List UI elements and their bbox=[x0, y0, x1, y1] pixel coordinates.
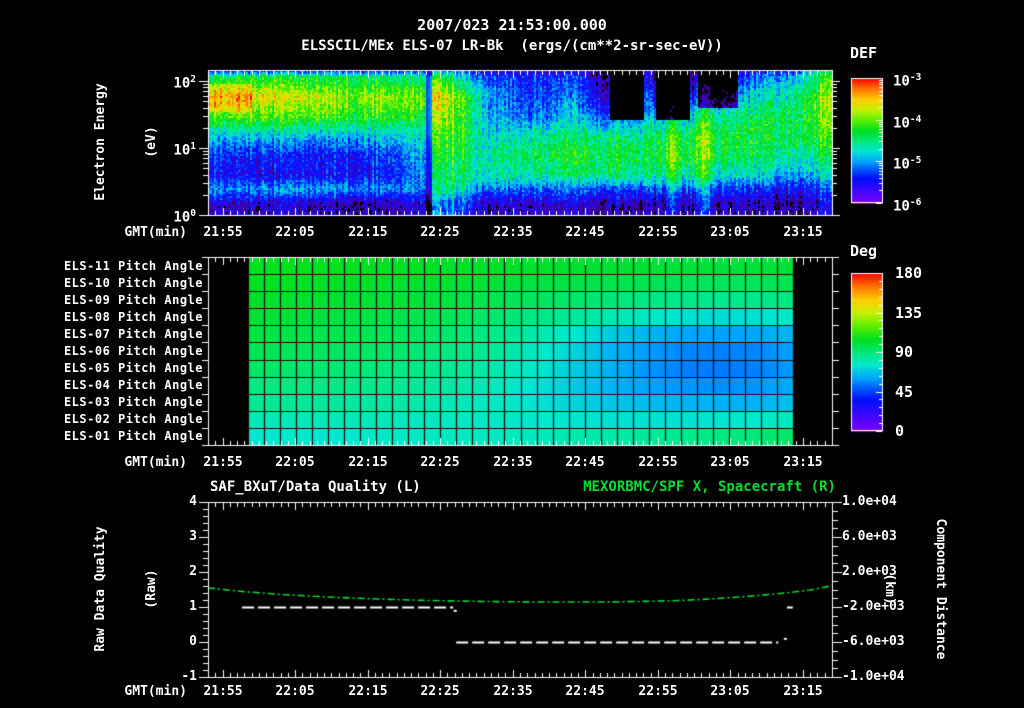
deg-tick-label: 90 bbox=[895, 343, 914, 361]
gmt-axis-label: GMT(min) bbox=[124, 225, 187, 240]
def-tick-label: 10-4 bbox=[893, 114, 922, 132]
pitch-row-label: ELS-06 Pitch Angle bbox=[63, 344, 203, 358]
time-tick-label: 23:05 bbox=[710, 455, 750, 470]
time-tick-label: 22:25 bbox=[420, 225, 460, 240]
pitch-row-label: ELS-10 Pitch Angle bbox=[63, 276, 203, 290]
quality-tick-label: -1 bbox=[181, 669, 197, 684]
deg-tick-label: 135 bbox=[895, 304, 923, 322]
time-tick-label: 22:05 bbox=[275, 684, 315, 699]
time-tick-label: 22:35 bbox=[493, 455, 533, 470]
quality-title-left: SAF_BXuT/Data Quality (L) bbox=[210, 479, 421, 495]
quality-tick-label: 4 bbox=[189, 494, 197, 509]
pitch-row-label: ELS-03 Pitch Angle bbox=[63, 395, 203, 409]
time-tick-label: 22:45 bbox=[565, 225, 605, 240]
gmt-axis-label: GMT(min) bbox=[124, 455, 187, 470]
time-tick-label: 22:15 bbox=[348, 455, 388, 470]
page-title: 2007/023 21:53:00.000 bbox=[417, 16, 607, 34]
time-tick-label: 21:55 bbox=[203, 225, 243, 240]
time-tick-label: 22:45 bbox=[565, 684, 605, 699]
quality-y-axis-left-line1: Raw Data Quality bbox=[93, 526, 108, 652]
quality-tick-label: 3 bbox=[189, 529, 197, 544]
pitch-row-label: ELS-05 Pitch Angle bbox=[63, 361, 203, 375]
time-tick-label: 22:55 bbox=[638, 684, 678, 699]
time-tick-label: 23:15 bbox=[783, 225, 823, 240]
gmt-axis-label: GMT(min) bbox=[124, 684, 187, 699]
pitch-row-label: ELS-07 Pitch Angle bbox=[63, 327, 203, 341]
time-tick-label: 23:15 bbox=[783, 684, 823, 699]
def-tick-label: 10-5 bbox=[893, 155, 922, 173]
quality-y-axis-right-line1: Component Distance bbox=[933, 518, 948, 660]
deg-tick-label: 180 bbox=[895, 264, 923, 282]
deg-tick-label: 0 bbox=[895, 422, 905, 440]
quality-title-right: MEXORBMC/SPF X, Spacecraft (R) bbox=[583, 479, 836, 495]
time-tick-label: 22:25 bbox=[420, 684, 460, 699]
time-tick-label: 22:15 bbox=[348, 225, 388, 240]
time-tick-label: 22:55 bbox=[638, 225, 678, 240]
spectrogram-y-axis-label-line1: Electron Energy bbox=[93, 83, 108, 201]
time-tick-label: 22:55 bbox=[638, 455, 678, 470]
time-tick-label: 22:25 bbox=[420, 455, 460, 470]
deg-tick-label: 45 bbox=[895, 383, 914, 401]
time-tick-label: 22:05 bbox=[275, 225, 315, 240]
pitch-row-label: ELS-04 Pitch Angle bbox=[63, 378, 203, 392]
distance-tick-label: -1.0e+04 bbox=[842, 669, 905, 684]
def-tick-label: 10-6 bbox=[893, 197, 922, 215]
quality-y-axis-right-line2: (km) bbox=[882, 573, 897, 605]
def-tick-label: 10-3 bbox=[893, 72, 922, 90]
energy-tick-label: 102 bbox=[173, 74, 196, 92]
def-colorbar-title: DEF bbox=[850, 44, 878, 62]
distance-tick-label: 1.0e+04 bbox=[842, 494, 897, 509]
time-tick-label: 23:05 bbox=[710, 684, 750, 699]
quality-y-axis-left-line2: (Raw) bbox=[144, 569, 159, 609]
distance-tick-label: -6.0e+03 bbox=[842, 634, 905, 649]
quality-tick-label: 2 bbox=[189, 564, 197, 579]
energy-tick-label: 101 bbox=[173, 141, 196, 159]
time-tick-label: 21:55 bbox=[203, 455, 243, 470]
time-tick-label: 22:15 bbox=[348, 684, 388, 699]
quality-y-axis-label-right: Component Distance (km) bbox=[882, 489, 983, 689]
time-tick-label: 23:15 bbox=[783, 455, 823, 470]
spectrogram-y-axis-label: Electron Energy (eV) bbox=[58, 42, 159, 242]
pitch-row-label: ELS-08 Pitch Angle bbox=[63, 310, 203, 324]
pitch-row-label: ELS-02 Pitch Angle bbox=[63, 412, 203, 426]
distance-tick-label: 2.0e+03 bbox=[842, 564, 897, 579]
time-tick-label: 22:35 bbox=[493, 684, 533, 699]
distance-tick-label: 6.0e+03 bbox=[842, 529, 897, 544]
pitch-row-label: ELS-09 Pitch Angle bbox=[63, 293, 203, 307]
quality-y-axis-label-left: Raw Data Quality (Raw) bbox=[58, 489, 159, 689]
quality-tick-label: 1 bbox=[189, 599, 197, 614]
energy-tick-label: 100 bbox=[173, 208, 196, 226]
quality-tick-label: 0 bbox=[189, 634, 197, 649]
time-tick-label: 21:55 bbox=[203, 684, 243, 699]
distance-tick-label: -2.0e+03 bbox=[842, 599, 905, 614]
time-tick-label: 22:05 bbox=[275, 455, 315, 470]
deg-colorbar-title: Deg bbox=[850, 242, 878, 260]
pitch-row-label: ELS-11 Pitch Angle bbox=[63, 259, 203, 273]
time-tick-label: 22:45 bbox=[565, 455, 605, 470]
time-tick-label: 23:05 bbox=[710, 225, 750, 240]
pitch-row-label: ELS-01 Pitch Angle bbox=[63, 429, 203, 443]
time-tick-label: 22:35 bbox=[493, 225, 533, 240]
